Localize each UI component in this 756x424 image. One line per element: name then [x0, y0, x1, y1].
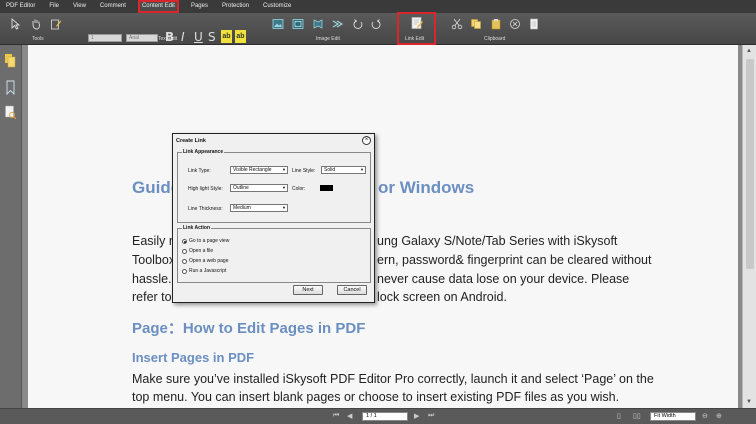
page-number-field[interactable]: 1 / 1	[362, 412, 408, 421]
font-size-select[interactable]: 1	[88, 34, 122, 42]
rotate-right-icon[interactable]	[370, 18, 382, 30]
zoom-in-icon[interactable]: ⊕	[716, 412, 722, 420]
doc-para-2-line-1: Make sure you’ve installed iSkysoft PDF …	[132, 372, 654, 386]
crop-image-icon[interactable]	[312, 18, 324, 30]
font-name-select[interactable]: Arial	[126, 34, 158, 42]
link-appearance-group: Link Appearance Link Type: Visible Recta…	[177, 149, 371, 223]
dialog-title: Create Link	[176, 138, 206, 144]
create-link-dialog: Create Link × Link Appearance Link Type:…	[172, 133, 375, 303]
doc-line-4-right: lock screen on Android.	[377, 290, 507, 304]
radio-dot[interactable]	[182, 258, 187, 264]
doc-para-2-line-2: top menu. You can insert blank pages or …	[132, 390, 620, 404]
link-type-label: Link Type:	[188, 168, 211, 174]
line-style-label: Line Style:	[292, 168, 316, 174]
clipboard-page-icon[interactable]	[528, 18, 540, 30]
cut-icon[interactable]	[451, 18, 463, 30]
doc-heading-2: Page：How to Edit Pages in PDF	[132, 320, 366, 337]
copy-icon[interactable]	[470, 18, 482, 30]
radio-label: Open a web page	[189, 258, 229, 264]
doc-line-2-right: ern, password& fingerprint can be cleare…	[377, 253, 652, 267]
radio-dot[interactable]	[182, 268, 187, 274]
line-style-select[interactable]: Solid	[321, 166, 366, 174]
underline-button[interactable]: U	[194, 30, 203, 44]
hand-tool-icon[interactable]	[30, 18, 42, 30]
vertical-scrollbar[interactable]: ▲ ▼	[742, 45, 756, 408]
two-page-view-icon[interactable]: ▯▯	[633, 412, 641, 420]
edit-tool-icon[interactable]	[50, 18, 62, 30]
doc-line-4-left: refer to	[132, 290, 172, 304]
doc-heading-3: Insert Pages in PDF	[132, 350, 255, 365]
zoom-select[interactable]: Fit Width	[650, 412, 696, 421]
last-page-icon[interactable]: ⏭	[428, 412, 434, 420]
radio-run-javascript[interactable]: Run a Javascript	[182, 268, 226, 274]
next-page-icon[interactable]: ▶	[414, 412, 419, 420]
color-swatch[interactable]	[320, 185, 333, 191]
strikethrough-button[interactable]: S	[208, 30, 216, 44]
replace-image-icon[interactable]	[292, 18, 304, 30]
radio-label: Open a file	[189, 248, 214, 254]
menu-pages[interactable]: Pages	[189, 0, 210, 13]
prev-page-icon[interactable]: ◀	[347, 412, 352, 420]
bookmark-icon[interactable]	[4, 80, 17, 96]
doc-line-3-right: never cause data lose on your device. Pl…	[377, 272, 630, 286]
delete-icon[interactable]	[509, 18, 521, 30]
first-page-icon[interactable]: ⏮	[333, 412, 339, 420]
menu-app-name: PDF Editor	[6, 3, 36, 9]
scrollbar-thumb[interactable]	[746, 59, 754, 269]
menu-bar: PDF Editor File View Comment Content Edi…	[0, 0, 756, 13]
highlight-style-label: High light Style:	[188, 186, 223, 192]
line-thickness-label: Line Thickness:	[188, 206, 223, 212]
link-type-select[interactable]: Visible Rectangle	[230, 166, 288, 174]
group-label-clipboard: Clipboard	[484, 36, 506, 42]
pdf-page[interactable]: Guide or Windows Easily re ung Galaxy S/…	[28, 45, 738, 408]
paste-icon[interactable]	[490, 18, 502, 30]
menu-comment[interactable]: Comment	[98, 0, 128, 13]
menu-file[interactable]: File	[47, 0, 61, 13]
radio-go-to-page-view[interactable]: Go to a page view	[182, 238, 229, 244]
zoom-out-icon[interactable]: ⊖	[702, 412, 708, 420]
ribbon-toolbar: Tools 1 Arial B I U S ab ab Text Edit Im…	[0, 13, 756, 45]
radio-dot-selected[interactable]	[182, 238, 187, 244]
text-color-button[interactable]: ab	[235, 30, 246, 43]
radio-open-file[interactable]: Open a file	[182, 248, 213, 254]
status-bar: ⏮ ◀ 1 / 1 ▶ ⏭ ▯ ▯▯ Fit Width ⊖ ⊕	[0, 408, 756, 424]
cancel-button[interactable]: Cancel	[337, 285, 367, 295]
italic-button[interactable]: I	[181, 30, 185, 44]
menu-protection[interactable]: Protection	[220, 0, 251, 13]
radio-label: Go to a page view	[189, 238, 230, 244]
search-page-icon[interactable]	[4, 105, 17, 120]
single-page-view-icon[interactable]: ▯	[617, 412, 621, 420]
doc-heading-1-right: or Windows	[378, 178, 475, 197]
menu-view[interactable]: View	[71, 0, 88, 13]
text-highlight-button[interactable]: ab	[221, 30, 232, 43]
next-button[interactable]: Next	[293, 285, 323, 295]
rotate-left-icon[interactable]	[352, 18, 364, 30]
left-sidebar	[0, 45, 22, 408]
link-appearance-legend: Link Appearance	[182, 149, 225, 155]
line-thickness-select[interactable]: Medium	[230, 204, 288, 212]
link-edit-highlight-box	[397, 12, 436, 45]
menu-content-edit[interactable]: Content Edit	[137, 0, 179, 13]
radio-open-web-page[interactable]: Open a web page	[182, 258, 228, 264]
doc-line-2-left: Toolbox	[132, 253, 176, 267]
document-viewport: Guide or Windows Easily re ung Galaxy S/…	[22, 45, 742, 408]
doc-line-1-right: ung Galaxy S/Note/Tab Series with iSkyso…	[377, 234, 618, 248]
scroll-up-arrow-icon[interactable]: ▲	[746, 48, 752, 54]
radio-dot[interactable]	[182, 248, 187, 254]
menu-customize[interactable]: Customize	[261, 0, 293, 13]
highlight-style-select[interactable]: Outline	[230, 184, 288, 192]
insert-image-icon[interactable]	[272, 18, 284, 30]
group-label-image-edit: Image Edit	[316, 36, 340, 42]
pages-thumbnail-icon[interactable]	[4, 53, 17, 68]
group-label-tools: Tools	[32, 36, 44, 42]
dialog-close-icon[interactable]: ×	[362, 136, 371, 145]
radio-label: Run a Javascript	[189, 268, 227, 274]
scroll-down-arrow-icon[interactable]: ▼	[746, 399, 752, 405]
link-action-legend: Link Action	[182, 225, 212, 231]
link-action-group: Link Action Go to a page view Open a fil…	[177, 225, 371, 283]
color-label: Color:	[292, 186, 306, 192]
group-label-text-edit: Text Edit	[158, 36, 178, 42]
extract-image-icon[interactable]	[332, 18, 344, 30]
select-cursor-icon[interactable]	[10, 18, 22, 30]
